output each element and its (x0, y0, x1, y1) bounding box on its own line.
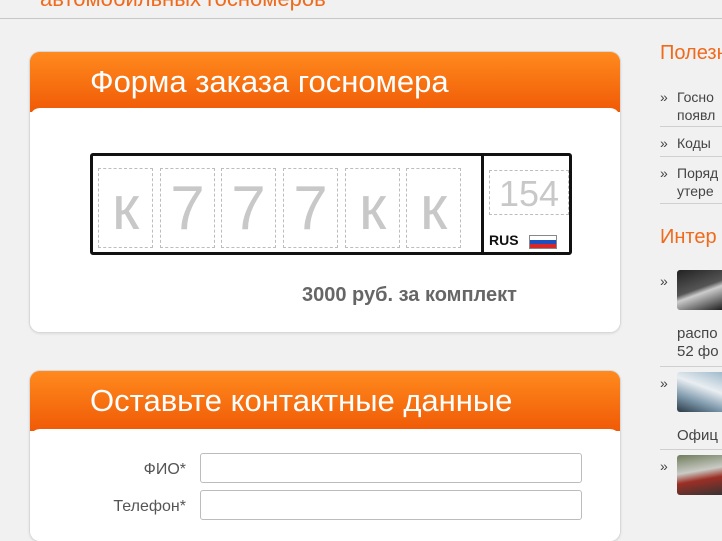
plate-divider (481, 156, 484, 252)
sidebar-divider (660, 126, 722, 127)
plate-char-6[interactable]: к (406, 168, 461, 248)
bullet-icon: » (660, 135, 668, 151)
useful-heading: Полезн (660, 42, 722, 64)
interesting-item-2-caption1[interactable]: Офиц (677, 426, 718, 446)
license-plate: к 7 7 7 к к 154 RUS (90, 153, 572, 255)
useful-item-3-line1[interactable]: Поряд (677, 164, 718, 182)
bullet-icon: » (660, 165, 668, 181)
plate-char-2[interactable]: 7 (160, 168, 215, 248)
phone-input[interactable] (200, 490, 582, 520)
sidebar-divider (660, 366, 722, 367)
price-label: 3000 руб. за комплект (302, 284, 517, 306)
interesting-item-1-caption1[interactable]: распо (677, 324, 718, 344)
contact-form-panel: Оставьте контактные данные ФИО* Телефон* (30, 371, 620, 541)
bullet-icon: » (660, 375, 668, 391)
fio-label: ФИО* (143, 461, 186, 478)
phone-label: Телефон* (113, 498, 186, 515)
russia-flag-icon (529, 235, 557, 249)
bullet-icon: » (660, 273, 668, 289)
bullet-icon: » (660, 89, 668, 105)
order-form-panel: Форма заказа госномера к 7 7 7 к к 154 R… (30, 52, 620, 332)
plate-char-1[interactable]: к (98, 168, 153, 248)
sidebar-divider (660, 449, 722, 450)
phone-row: Телефон* (30, 490, 620, 524)
sidebar-divider (660, 156, 722, 157)
fio-row: ФИО* (30, 453, 620, 487)
interesting-heading: Интер (660, 226, 717, 248)
article-thumbnail-3[interactable] (677, 455, 722, 495)
contact-form-body: ФИО* Телефон* (30, 429, 620, 541)
useful-item-1-line2[interactable]: появл (677, 106, 715, 124)
interesting-item-1-caption2[interactable]: 52 фо (677, 342, 719, 362)
plate-char-5[interactable]: к (345, 168, 400, 248)
header-divider (0, 18, 722, 19)
plate-region[interactable]: 154 (489, 170, 569, 215)
useful-item-2-line1[interactable]: Коды (677, 134, 711, 152)
page-heading: автомобильных госномеров (40, 0, 326, 12)
bullet-icon: » (660, 458, 668, 474)
fio-input[interactable] (200, 453, 582, 483)
contact-form-title: Оставьте контактные данные (30, 371, 620, 431)
order-form-title: Форма заказа госномера (30, 52, 620, 112)
sidebar-divider (660, 203, 722, 204)
article-thumbnail-1[interactable] (677, 270, 722, 310)
article-thumbnail-2[interactable] (677, 372, 722, 412)
plate-char-4[interactable]: 7 (283, 168, 338, 248)
useful-item-3-line2[interactable]: утере (677, 182, 714, 200)
order-form-body: к 7 7 7 к к 154 RUS 3000 руб. за комплек… (30, 108, 620, 332)
plate-char-3[interactable]: 7 (221, 168, 276, 248)
country-code: RUS (489, 232, 519, 248)
useful-item-1-line1[interactable]: Госно (677, 88, 714, 106)
